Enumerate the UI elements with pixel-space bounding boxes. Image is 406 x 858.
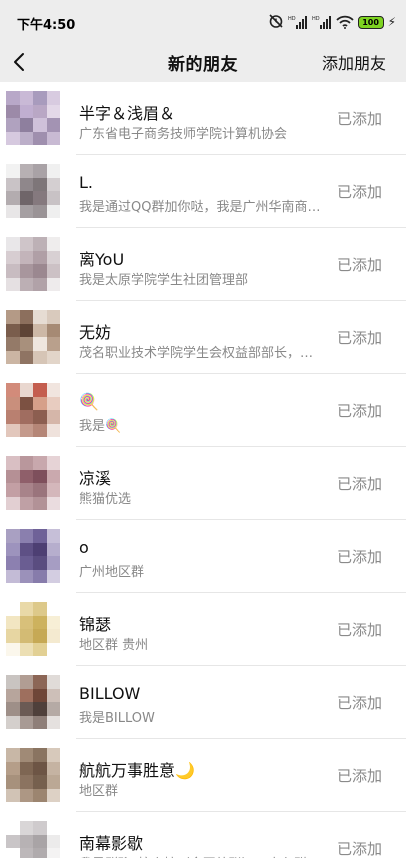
avatar[interactable] xyxy=(6,310,60,364)
request-message: 我是🍭 xyxy=(79,419,122,434)
friend-name: 离YoU xyxy=(79,250,125,269)
wifi-icon xyxy=(335,15,354,29)
friend-request-row[interactable]: 离YoU 我是太原学院学生社团管理部 已添加 xyxy=(0,228,406,301)
added-status-label: 已添加 xyxy=(336,329,382,347)
added-status-label: 已添加 xyxy=(336,767,382,785)
avatar[interactable] xyxy=(6,748,60,802)
avatar[interactable] xyxy=(6,675,60,729)
battery-icon: 100 xyxy=(357,15,384,29)
status-time: 下午4:50 xyxy=(17,18,76,33)
friend-name: L. xyxy=(79,173,93,192)
request-message: 我是群聊“校介榜（全国外联）二十九群”的南幕影歇 xyxy=(79,853,324,858)
request-message: 我是太原学院学生社团管理部 xyxy=(79,273,249,288)
alarm-off-icon xyxy=(268,14,284,29)
added-status-label: 已添加 xyxy=(336,548,382,566)
signal-icon-2: HD xyxy=(312,15,332,29)
friend-name: 航航万事胜意🌙 xyxy=(79,761,195,780)
signal-hd-label: HD xyxy=(288,16,296,22)
friend-request-row[interactable]: 半字＆浅眉＆ 广东省电子商务技师学院计算机协会 已添加 xyxy=(0,82,406,155)
friend-name: 凉溪 xyxy=(79,469,112,488)
request-message: 我是BILLOW xyxy=(79,711,155,726)
added-status-label: 已添加 xyxy=(336,621,382,639)
friend-request-row[interactable]: 锦瑟地区群 贵州 已添加 xyxy=(0,593,406,666)
avatar[interactable] xyxy=(6,456,60,510)
friend-request-row[interactable]: 南幕影歇我是群聊“校介榜（全国外联）二十九群”的南幕影歇 已添加 xyxy=(0,812,406,858)
friend-request-row[interactable]: 无妨茂名职业技术学院学生会权益部部长，来收集信息已添加 xyxy=(0,301,406,374)
friend-request-row[interactable]: 凉溪熊猫优选 已添加 xyxy=(0,447,406,520)
add-friend-button[interactable]: 添加朋友 xyxy=(322,50,386,74)
friend-request-row[interactable]: 航航万事胜意🌙 地区群 已添加 xyxy=(0,739,406,812)
friend-name: BILLOW xyxy=(79,684,141,703)
friend-name: 半字＆浅眉＆ xyxy=(79,104,176,123)
request-message: 地区群 xyxy=(79,784,119,799)
avatar[interactable] xyxy=(6,529,60,583)
avatar[interactable] xyxy=(6,237,60,291)
request-message: 广州地区群 xyxy=(79,565,145,580)
added-status-label: 已添加 xyxy=(336,694,382,712)
request-message: 茂名职业技术学院学生会权益部部长，来收集信息 xyxy=(79,346,324,361)
added-status-label: 已添加 xyxy=(336,840,382,858)
friend-name: 无妨 xyxy=(79,323,112,342)
friend-request-row[interactable]: L. 我是通过QQ群加你哒，我是广州华南商贸职业学院已添加 xyxy=(0,155,406,228)
avatar[interactable] xyxy=(6,821,60,858)
added-status-label: 已添加 xyxy=(336,183,382,201)
friend-name: 🍭 xyxy=(79,392,99,411)
status-bar: 下午4:50 HD HD 100 ⚡ xyxy=(0,0,406,46)
status-icons: HD HD 100 ⚡ xyxy=(268,13,396,31)
friend-request-row[interactable]: o 广州地区群 已添加 xyxy=(0,520,406,593)
friend-name: o xyxy=(79,538,89,557)
friend-name: 南幕影歇 xyxy=(79,834,144,853)
request-message: 广东省电子商务技师学院计算机协会 xyxy=(79,127,288,142)
friend-name: 锦瑟 xyxy=(79,615,112,634)
avatar[interactable] xyxy=(6,602,60,656)
added-status-label: 已添加 xyxy=(336,256,382,274)
request-message: 我是通过QQ群加你哒，我是广州华南商贸职业学院 xyxy=(79,200,324,215)
added-status-label: 已添加 xyxy=(336,402,382,420)
friend-request-row[interactable]: BILLOW 我是BILLOW 已添加 xyxy=(0,666,406,739)
avatar[interactable] xyxy=(6,383,60,437)
added-status-label: 已添加 xyxy=(336,475,382,493)
added-status-label: 已添加 xyxy=(336,110,382,128)
signal-icon: HD xyxy=(288,15,308,29)
signal-hd-label-2: HD xyxy=(312,16,320,22)
charging-icon: ⚡ xyxy=(387,15,396,29)
request-message: 熊猫优选 xyxy=(79,492,132,507)
friend-request-list: 半字＆浅眉＆ 广东省电子商务技师学院计算机协会 已添加 L. 我是通过QQ群加你哒，我是… xyxy=(0,72,406,858)
friend-request-row[interactable]: 🍭 我是🍭 已添加 xyxy=(0,374,406,447)
avatar[interactable] xyxy=(6,164,60,218)
avatar[interactable] xyxy=(6,91,60,145)
request-message: 地区群 贵州 xyxy=(79,638,149,653)
